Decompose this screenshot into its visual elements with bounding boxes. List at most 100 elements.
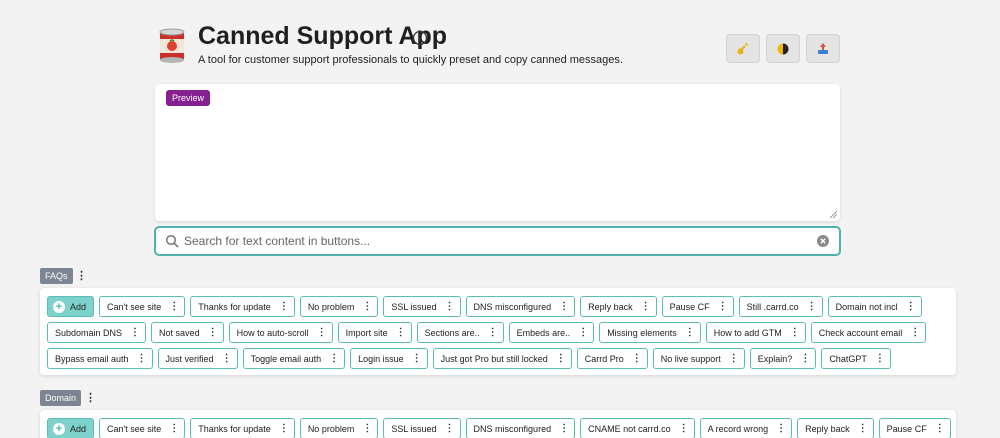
canned-message-button[interactable]: Explain? ⋮ [749, 348, 817, 369]
app-subtitle: A tool for customer support professional… [198, 54, 623, 66]
canned-message-button[interactable]: How to auto-scroll ⋮ [228, 322, 333, 343]
more-options-icon[interactable]: ⋮ [329, 353, 339, 364]
more-options-icon[interactable]: ⋮ [222, 353, 232, 364]
canned-message-button[interactable]: Pause CF ⋮ [661, 296, 734, 317]
canned-message-button[interactable]: DNS misconfigured ⋮ [465, 418, 576, 438]
more-options-icon[interactable]: ⋮ [130, 327, 140, 338]
more-options-icon[interactable]: ⋮ [807, 301, 817, 312]
category-menu-domain[interactable]: ⋮ [85, 392, 96, 404]
search-icon [165, 234, 179, 248]
canned-message-button[interactable]: Reply back ⋮ [580, 296, 657, 317]
category-menu-faqs[interactable]: ⋮ [76, 270, 87, 282]
canned-message-button[interactable]: Sections are.. ⋮ [416, 322, 504, 343]
canned-message-button[interactable]: Can't see site ⋮ [99, 418, 186, 438]
canned-message-button[interactable]: No problem ⋮ [299, 418, 379, 438]
more-options-icon[interactable]: ⋮ [169, 423, 179, 434]
canned-message-button[interactable]: ChatGPT ⋮ [821, 348, 891, 369]
canned-message-button[interactable]: Subdomain DNS ⋮ [47, 322, 147, 343]
more-options-icon[interactable]: ⋮ [488, 327, 498, 338]
canned-message-label: Still .carrd.co [746, 301, 799, 312]
more-options-icon[interactable]: ⋮ [578, 327, 588, 338]
canned-message-button[interactable]: Bypass email auth ⋮ [47, 348, 153, 369]
more-options-icon[interactable]: ⋮ [875, 353, 885, 364]
more-options-icon[interactable]: ⋮ [559, 423, 569, 434]
canned-message-button[interactable]: Check account email ⋮ [810, 322, 927, 343]
canned-message-label: Pause CF [886, 423, 927, 434]
canned-message-button[interactable]: Still .carrd.co ⋮ [738, 296, 823, 317]
canned-message-button[interactable]: Not saved ⋮ [151, 322, 224, 343]
canned-message-button[interactable]: Thanks for update ⋮ [190, 296, 295, 317]
canned-message-button[interactable]: Just verified ⋮ [157, 348, 238, 369]
canned-message-button[interactable]: No live support ⋮ [652, 348, 745, 369]
more-options-icon[interactable]: ⋮ [776, 423, 786, 434]
import-export-button[interactable] [806, 34, 840, 63]
canned-message-label: No live support [660, 353, 721, 364]
button-row: Subdomain DNS ⋮ Not saved ⋮ How to auto-scro… [47, 322, 927, 343]
theme-toggle-button[interactable] [766, 34, 800, 63]
more-options-icon[interactable]: ⋮ [445, 301, 455, 312]
canned-message-button[interactable]: A record wrong ⋮ [699, 418, 793, 438]
preview-textarea[interactable]: Preview [155, 84, 840, 221]
more-options-icon[interactable]: ⋮ [790, 327, 800, 338]
canned-message-button[interactable]: DNS misconfigured ⋮ [465, 296, 576, 317]
canned-message-label: DNS misconfigured [473, 423, 552, 434]
canned-message-button[interactable]: Domain not incl ⋮ [827, 296, 922, 317]
canned-message-label: Reply back [588, 301, 633, 312]
more-options-icon[interactable]: ⋮ [559, 301, 569, 312]
canned-message-button[interactable]: Pause CF ⋮ [878, 418, 951, 438]
canned-message-button[interactable]: Import site ⋮ [337, 322, 412, 343]
more-options-icon[interactable]: ⋮ [729, 353, 739, 364]
canned-message-label: Toggle email auth [250, 353, 322, 364]
tin-can-logo-icon [159, 28, 185, 63]
more-options-icon[interactable]: ⋮ [279, 301, 289, 312]
more-options-icon[interactable]: ⋮ [279, 423, 289, 434]
canned-message-button[interactable]: Thanks for update ⋮ [190, 418, 295, 438]
more-options-icon[interactable]: ⋮ [935, 423, 945, 434]
canned-message-button[interactable]: Carrd Pro ⋮ [576, 348, 648, 369]
more-options-icon[interactable]: ⋮ [169, 301, 179, 312]
canned-message-button[interactable]: Can't see site ⋮ [99, 296, 186, 317]
more-options-icon[interactable]: ⋮ [858, 423, 868, 434]
more-options-icon[interactable]: ⋮ [137, 353, 147, 364]
api-key-button[interactable] [726, 34, 760, 63]
add-button[interactable]: + Add [47, 418, 95, 438]
more-options-icon[interactable]: ⋮ [679, 423, 689, 434]
add-button[interactable]: + Add [47, 296, 95, 317]
canned-message-button[interactable]: How to add GTM ⋮ [705, 322, 806, 343]
canned-message-button[interactable]: Toggle email auth ⋮ [242, 348, 346, 369]
more-options-icon[interactable]: ⋮ [362, 301, 372, 312]
canned-message-button[interactable]: Embeds are.. ⋮ [508, 322, 595, 343]
more-options-icon[interactable]: ⋮ [208, 327, 218, 338]
more-options-icon[interactable]: ⋮ [556, 353, 566, 364]
canned-message-button[interactable]: CNAME not carrd.co ⋮ [580, 418, 695, 438]
more-options-icon[interactable]: ⋮ [412, 353, 422, 364]
more-options-icon[interactable]: ⋮ [718, 301, 728, 312]
canned-message-label: Just verified [165, 353, 214, 364]
more-options-icon[interactable]: ⋮ [317, 327, 327, 338]
canned-message-label: Reply back [805, 423, 850, 434]
more-options-icon[interactable]: ⋮ [632, 353, 642, 364]
more-options-icon[interactable]: ⋮ [685, 327, 695, 338]
category-label-domain: Domain [40, 390, 82, 406]
clear-search-icon[interactable] [817, 235, 829, 247]
canned-message-button[interactable]: Login issue ⋮ [350, 348, 428, 369]
canned-message-button[interactable]: Just got Pro but still locked ⋮ [432, 348, 572, 369]
more-options-icon[interactable]: ⋮ [396, 327, 406, 338]
canned-message-button[interactable]: No problem ⋮ [299, 296, 379, 317]
plus-icon: + [53, 422, 65, 435]
info-icon[interactable] [412, 30, 428, 46]
more-options-icon[interactable]: ⋮ [906, 301, 916, 312]
canned-message-label: SSL issued [391, 423, 437, 434]
canned-message-label: SSL issued [391, 301, 437, 312]
more-options-icon[interactable]: ⋮ [362, 423, 372, 434]
canned-message-button[interactable]: Missing elements ⋮ [599, 322, 701, 343]
canned-message-button[interactable]: SSL issued ⋮ [383, 418, 461, 438]
search-input[interactable] [184, 232, 804, 250]
canned-message-button[interactable]: Reply back ⋮ [797, 418, 874, 438]
resize-handle-icon[interactable] [830, 211, 837, 218]
more-options-icon[interactable]: ⋮ [800, 353, 810, 364]
more-options-icon[interactable]: ⋮ [445, 423, 455, 434]
more-options-icon[interactable]: ⋮ [910, 327, 920, 338]
more-options-icon[interactable]: ⋮ [641, 301, 651, 312]
canned-message-button[interactable]: SSL issued ⋮ [383, 296, 461, 317]
